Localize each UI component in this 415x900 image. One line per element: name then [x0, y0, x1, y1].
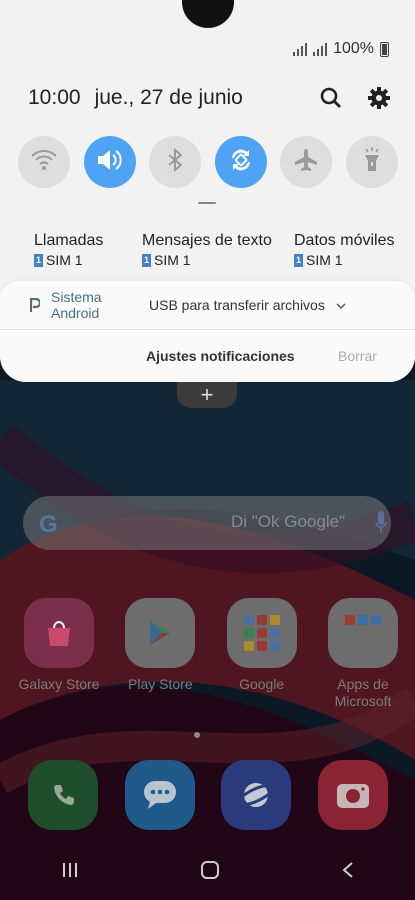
sim-setting-label: Mensajes de texto [142, 232, 272, 249]
signal-icon [293, 42, 308, 56]
back-icon[interactable] [341, 861, 355, 884]
sim-value: SIM 1 [306, 252, 343, 268]
messages-icon[interactable] [124, 760, 195, 830]
notification-settings-button[interactable]: Ajustes notificaciones [146, 348, 295, 364]
app-label: Galaxy Store [18, 676, 100, 692]
sim-setting-messages[interactable]: Mensajes de texto 1 SIM 1 [142, 232, 294, 268]
chevron-down-icon[interactable] [335, 299, 347, 311]
sim-setting-mobile-data[interactable]: Datos móviles 1 SIM 1 [294, 232, 394, 268]
app-microsoft-folder[interactable]: Apps de Microsoft [320, 598, 406, 710]
sound-toggle[interactable] [83, 136, 136, 188]
airplane-mode-toggle[interactable] [280, 136, 333, 188]
bluetooth-toggle[interactable] [149, 136, 202, 188]
clear-button[interactable]: Borrar [338, 348, 377, 364]
bluetooth-icon [167, 147, 183, 177]
navigation-bar [0, 845, 415, 900]
sim-setting-calls[interactable]: Llamadas 1 SIM 1 [34, 232, 142, 268]
airplane-icon [293, 147, 319, 178]
sim-badge: 1 [34, 253, 43, 267]
google-folder-icon [226, 598, 297, 668]
app-play-store[interactable]: Play Store [117, 598, 203, 710]
app-label: Apps de Microsoft [334, 676, 392, 709]
play-store-icon [125, 598, 196, 668]
notification-usb[interactable]: Sistema Android USB para transferir arch… [0, 281, 415, 329]
battery-percent: 100% [333, 40, 374, 57]
search-hint: Di "Ok Google" [231, 512, 346, 531]
auto-rotate-toggle[interactable] [214, 136, 267, 188]
gear-icon[interactable] [367, 86, 391, 110]
home-icon[interactable] [200, 860, 220, 885]
clock: 10:00 [28, 86, 81, 109]
page-indicator [194, 732, 200, 738]
wifi-toggle[interactable] [18, 136, 70, 188]
quick-settings [18, 136, 398, 188]
app-label: Google [239, 676, 285, 692]
battery-icon [380, 41, 389, 57]
sim-value: SIM 1 [46, 252, 83, 268]
galaxy-store-icon [24, 598, 94, 668]
sim-badge: 1 [294, 253, 303, 267]
search-icon[interactable] [319, 86, 343, 110]
sim-setting-label: Datos móviles [294, 232, 395, 249]
app-label: Play Store [128, 676, 193, 692]
microsoft-folder-icon [327, 598, 398, 668]
date-time[interactable]: 10:00 jue., 27 de junio [28, 86, 243, 110]
phone-icon[interactable] [28, 760, 98, 830]
flashlight-icon [363, 146, 381, 178]
wifi-icon [31, 149, 57, 176]
panel-actions [319, 86, 391, 110]
notification-app-name: Sistema Android [51, 289, 102, 321]
notification-message: USB para transferir archivos [149, 297, 325, 313]
sim-value: SIM 1 [154, 252, 191, 268]
google-search-bar[interactable]: G Di "Ok Google" [23, 496, 391, 550]
sim-badge: 1 [142, 253, 151, 267]
sim-setting-label: Llamadas [34, 232, 104, 249]
flashlight-toggle[interactable] [345, 136, 398, 188]
recents-icon[interactable] [61, 862, 79, 883]
google-logo-icon: G [39, 511, 58, 538]
dock [28, 760, 388, 830]
sim-settings: Llamadas 1 SIM 1 Mensajes de texto 1 SIM 1… [34, 232, 404, 268]
rotate-icon [227, 146, 255, 179]
mic-icon[interactable] [375, 511, 387, 535]
camera-notch [182, 0, 234, 28]
status-bar: 100% [293, 40, 389, 58]
signal-icon [313, 42, 328, 56]
app-galaxy-store[interactable]: Galaxy Store [16, 598, 102, 710]
panel-drag-handle[interactable] [198, 202, 216, 204]
internet-icon[interactable] [221, 760, 292, 830]
speaker-icon [96, 148, 124, 177]
android-system-icon [29, 297, 42, 312]
notification-footer: Ajustes notificaciones Borrar [0, 330, 415, 382]
app-row: Galaxy Store Play Store Google Apps de M… [16, 598, 406, 710]
notification-panel: 100% 10:00 jue., 27 de junio Llamadas 1 … [0, 0, 415, 382]
camera-icon[interactable] [317, 760, 388, 830]
add-page-button[interactable]: + [177, 382, 237, 408]
app-google-folder[interactable]: Google [219, 598, 305, 710]
date: jue., 27 de junio [94, 86, 243, 109]
